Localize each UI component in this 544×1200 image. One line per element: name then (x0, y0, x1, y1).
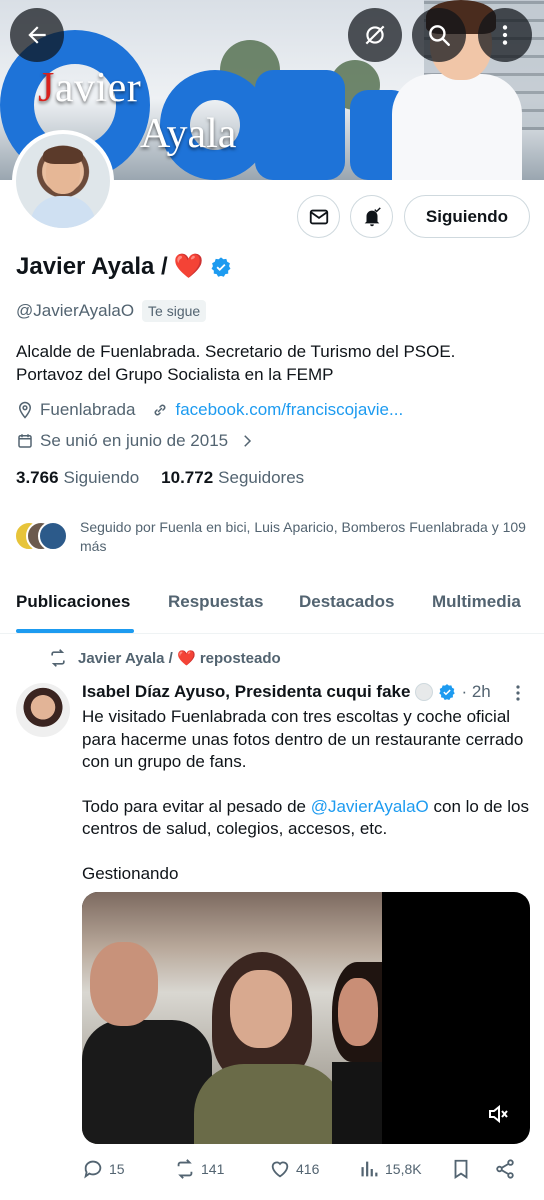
message-button[interactable] (297, 195, 340, 238)
location-website-row: Fuenlabrada facebook.com/franciscojavie.… (16, 400, 403, 420)
hide-button[interactable] (348, 8, 402, 62)
bookmark-icon (454, 1159, 468, 1179)
more-options-button[interactable] (478, 8, 532, 62)
following-button[interactable]: Siguiendo (404, 195, 530, 238)
followers-stat[interactable]: 10.772 Seguidores (161, 468, 304, 488)
tab-respuestas[interactable]: Respuestas (168, 592, 263, 612)
like-button[interactable]: 416 (269, 1158, 319, 1180)
eye-slash-icon (365, 25, 385, 45)
repost-indicator: Javier Ayala / ❤️ reposteado (48, 648, 281, 668)
tweet-author-name[interactable]: Isabel Díaz Ayuso, Presidenta cuqui fake (82, 682, 410, 702)
reply-button[interactable]: 15 (82, 1158, 125, 1180)
chevron-right-icon (244, 435, 252, 447)
bell-check-icon (364, 206, 381, 226)
back-arrow-icon (28, 26, 46, 44)
verified-badge-icon (439, 684, 456, 701)
tweet-text: He visitado Fuenlabrada con tres escolta… (82, 707, 529, 883)
like-count: 416 (296, 1161, 320, 1177)
heart-outline-icon (271, 1161, 289, 1178)
view-count: 15,8K (385, 1161, 422, 1177)
joined-row[interactable]: Se unió en junio de 2015 (16, 431, 256, 451)
location-text: Fuenlabrada (40, 400, 136, 419)
tweet-time: · 2h (461, 682, 491, 701)
tab-multimedia[interactable]: Multimedia (432, 592, 521, 612)
tab-destacados[interactable]: Destacados (299, 592, 394, 612)
profile-tabs: Publicaciones Respuestas Destacados Mult… (0, 580, 544, 634)
display-name: Javier Ayala / ❤️ (16, 252, 232, 281)
notifications-button[interactable] (350, 195, 393, 238)
tweet-author-avatar[interactable] (16, 683, 70, 737)
bookmark-button[interactable] (450, 1158, 472, 1180)
mutual-avatars (14, 521, 70, 555)
repost-count: 141 (201, 1161, 225, 1177)
follows-you-badge: Te sigue (142, 300, 207, 322)
user-handle: @JavierAyalaO (16, 301, 135, 320)
reply-icon (84, 1160, 102, 1179)
tab-publicaciones[interactable]: Publicaciones (16, 592, 130, 612)
location-pin-icon (18, 401, 32, 419)
repost-icon (51, 649, 65, 667)
profile-avatar[interactable] (12, 130, 114, 232)
tweet-actions: 15 141 416 15,8K (82, 1158, 522, 1184)
tweet-more-icon[interactable] (512, 683, 524, 703)
mention-link[interactable]: @JavierAyalaO (311, 797, 429, 816)
mute-icon[interactable] (486, 1102, 510, 1126)
followed-by-text: Seguido por Fuenla en bici, Luis Aparici… (80, 519, 526, 554)
calendar-icon (18, 434, 32, 448)
repost-icon (177, 1159, 193, 1179)
handle-row: @JavierAyalaO Te sigue (16, 300, 207, 322)
video-frame (82, 892, 382, 1144)
tweet-video[interactable] (82, 892, 530, 1144)
website-link[interactable]: facebook.com/franciscojavie... (175, 400, 403, 420)
share-button[interactable] (494, 1158, 516, 1180)
views-button[interactable]: 15,8K (358, 1158, 422, 1180)
profile-bio: Alcalde de Fuenlabrada. Secretario de Tu… (16, 342, 456, 384)
back-button[interactable] (10, 8, 64, 62)
banner-name-line2: Ayala (140, 111, 237, 157)
tweet-header: Isabel Díaz Ayuso, Presidenta cuqui fake… (82, 682, 532, 702)
mail-icon (309, 209, 328, 224)
heart-emoji: ❤️ (176, 650, 196, 667)
active-tab-indicator (16, 629, 134, 633)
link-icon (155, 404, 166, 416)
search-button[interactable] (412, 8, 466, 62)
share-icon (496, 1159, 514, 1179)
more-vertical-icon (502, 25, 508, 45)
follow-stats: 3.766 Siguiendo 10.772 Seguidores (16, 468, 304, 488)
views-chart-icon (361, 1161, 378, 1177)
followed-by-row[interactable]: Seguido por Fuenla en bici, Luis Aparici… (14, 518, 530, 556)
heart-emoji: ❤️ (173, 253, 204, 280)
grey-badge-icon (415, 683, 434, 701)
verified-badge-icon (211, 256, 231, 277)
banner-name-line1: Javier (38, 65, 142, 111)
following-stat[interactable]: 3.766 Siguiendo (16, 468, 139, 488)
reply-count: 15 (109, 1161, 125, 1177)
joined-text: Se unió en junio de 2015 (40, 431, 229, 450)
search-icon (429, 25, 450, 46)
mutual-avatar (38, 521, 68, 551)
repost-button[interactable]: 141 (174, 1158, 224, 1180)
